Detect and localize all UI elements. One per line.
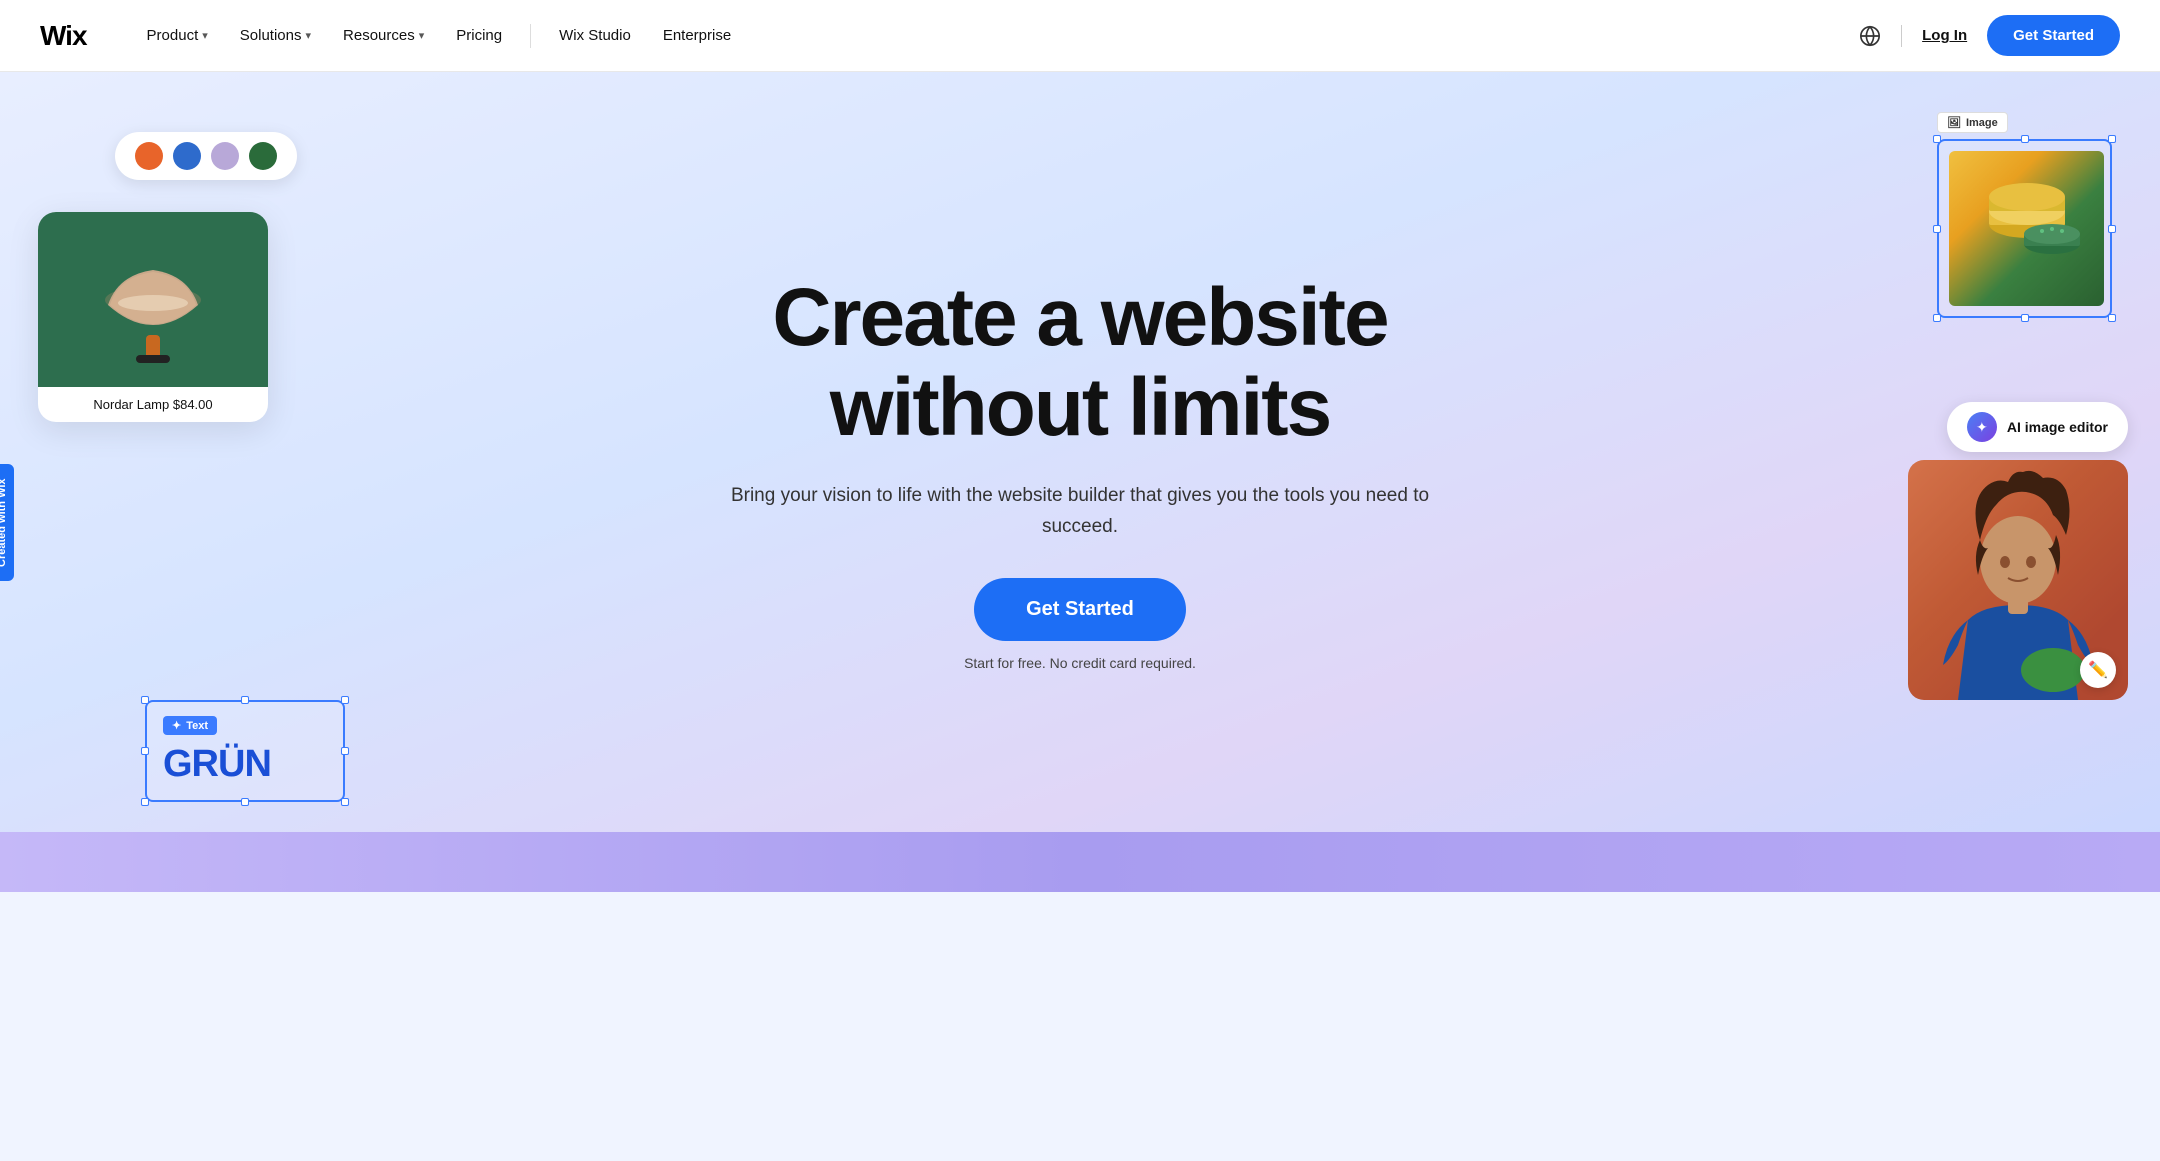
nav-divider-vertical bbox=[1901, 25, 1902, 47]
image-icon: 🖼 bbox=[1947, 116, 1961, 129]
globe-icon[interactable] bbox=[1859, 25, 1881, 47]
get-started-nav-button[interactable]: Get Started bbox=[1987, 15, 2120, 56]
handle-top-mid[interactable] bbox=[241, 696, 249, 704]
swatch-orange[interactable] bbox=[135, 142, 163, 170]
img-handle-bm[interactable] bbox=[2021, 314, 2029, 322]
nav-item-wix-studio[interactable]: Wix Studio bbox=[547, 19, 643, 52]
handle-top-left[interactable] bbox=[141, 696, 149, 704]
lamp-product-card: Nordar Lamp $84.00 bbox=[38, 212, 268, 422]
get-started-hero-button[interactable]: Get Started bbox=[974, 578, 1186, 641]
handle-top-right[interactable] bbox=[341, 696, 349, 704]
text-logo-card[interactable]: ✦ Text GRÜN bbox=[145, 700, 345, 802]
lamp-image bbox=[38, 212, 268, 387]
ai-icon: ✦ bbox=[1967, 412, 1997, 442]
ai-photo-container: ✏️ bbox=[1908, 460, 2128, 700]
handle-bot-right[interactable] bbox=[341, 798, 349, 806]
handle-mid-left[interactable] bbox=[141, 747, 149, 755]
img-handle-tm[interactable] bbox=[2021, 135, 2029, 143]
chevron-down-icon: ▾ bbox=[419, 29, 425, 42]
hero-center-content: Create a website without limits Bring yo… bbox=[700, 273, 1460, 671]
start-free-note: Start for free. No credit card required. bbox=[700, 655, 1460, 671]
chevron-down-icon: ▾ bbox=[306, 29, 312, 42]
image-editor-card[interactable]: 🖼 Image bbox=[1937, 112, 2112, 318]
ai-label: AI image editor bbox=[2007, 419, 2108, 435]
hero-section: Nordar Lamp $84.00 ✦ Text GRÜN 🖼 Image bbox=[0, 72, 2160, 892]
login-button[interactable]: Log In bbox=[1922, 27, 1967, 44]
ai-bubble: ✦ AI image editor bbox=[1947, 402, 2128, 452]
nav-item-pricing[interactable]: Pricing bbox=[444, 19, 514, 52]
nav-item-solutions[interactable]: Solutions ▾ bbox=[228, 19, 323, 52]
img-handle-bl[interactable] bbox=[1933, 314, 1941, 322]
img-handle-tr[interactable] bbox=[2108, 135, 2116, 143]
img-handle-br[interactable] bbox=[2108, 314, 2116, 322]
img-handle-tl[interactable] bbox=[1933, 135, 1941, 143]
swatch-blue[interactable] bbox=[173, 142, 201, 170]
nav-links: Product ▾ Solutions ▾ Resources ▾ Pricin… bbox=[135, 19, 1860, 52]
lamp-svg bbox=[88, 225, 218, 375]
handle-bot-left[interactable] bbox=[141, 798, 149, 806]
nav-right: Log In Get Started bbox=[1859, 15, 2120, 56]
handle-mid-right[interactable] bbox=[341, 747, 349, 755]
img-handle-mr[interactable] bbox=[2108, 225, 2116, 233]
chevron-down-icon: ▾ bbox=[202, 29, 208, 42]
text-badge: ✦ Text bbox=[163, 716, 217, 735]
swatch-lavender[interactable] bbox=[211, 142, 239, 170]
image-badge: 🖼 Image bbox=[1937, 112, 2008, 133]
edit-pencil-button[interactable]: ✏️ bbox=[2080, 652, 2116, 688]
nav-item-product[interactable]: Product ▾ bbox=[135, 19, 220, 52]
gruen-logo-text: GRÜN bbox=[163, 743, 327, 786]
handle-bot-mid[interactable] bbox=[241, 798, 249, 806]
ai-image-editor-card: ✦ AI image editor bbox=[1908, 402, 2128, 700]
created-with-wix-badge: Created with Wix bbox=[0, 464, 14, 581]
wix-logo[interactable]: Wix bbox=[40, 20, 87, 52]
swatch-green[interactable] bbox=[249, 142, 277, 170]
nav-item-enterprise[interactable]: Enterprise bbox=[651, 19, 743, 52]
product-3d-svg bbox=[1967, 169, 2087, 289]
nav-item-resources[interactable]: Resources ▾ bbox=[331, 19, 436, 52]
hero-title: Create a website without limits bbox=[700, 273, 1460, 453]
navbar: Wix Product ▾ Solutions ▾ Resources ▾ Pr… bbox=[0, 0, 2160, 72]
text-cursor-icon: ✦ bbox=[172, 719, 181, 732]
img-handle-ml[interactable] bbox=[1933, 225, 1941, 233]
nav-divider bbox=[530, 24, 531, 48]
bottom-wave bbox=[0, 832, 2160, 892]
hero-subtitle: Bring your vision to life with the websi… bbox=[700, 481, 1460, 542]
lamp-label: Nordar Lamp $84.00 bbox=[38, 387, 268, 422]
color-swatches-card bbox=[115, 132, 297, 180]
product-image-placeholder bbox=[1949, 151, 2104, 306]
